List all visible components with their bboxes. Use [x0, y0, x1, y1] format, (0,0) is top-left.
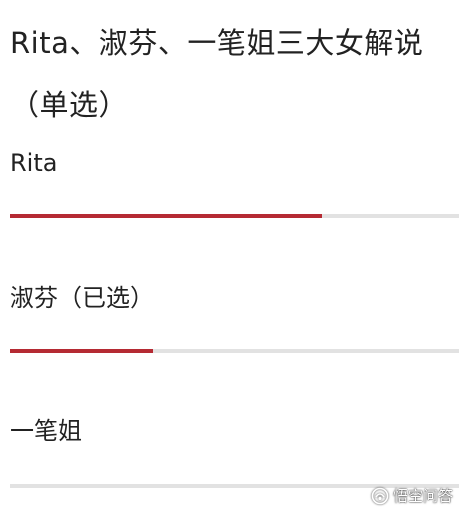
poll-progress-fill [10, 214, 323, 218]
poll-progress-fill [10, 349, 153, 353]
watermark-text: 悟空问答 [392, 487, 453, 505]
poll-progress-track [10, 349, 459, 353]
poll-option-label: 淑芬（已选） [10, 284, 154, 312]
watermark: 悟空问答 [371, 485, 453, 506]
wukong-logo-icon [371, 487, 389, 505]
poll-progress-track [10, 214, 459, 218]
poll-option-label: Rita [10, 149, 58, 177]
poll-option-label: 一笔姐 [10, 417, 82, 445]
poll-card: Rita、淑芬、一笔姐三大女解说（单选） Rita 淑芬（已选） 一笔姐 悟空问… [0, 0, 459, 509]
poll-question: Rita、淑芬、一笔姐三大女解说（单选） [10, 26, 424, 122]
